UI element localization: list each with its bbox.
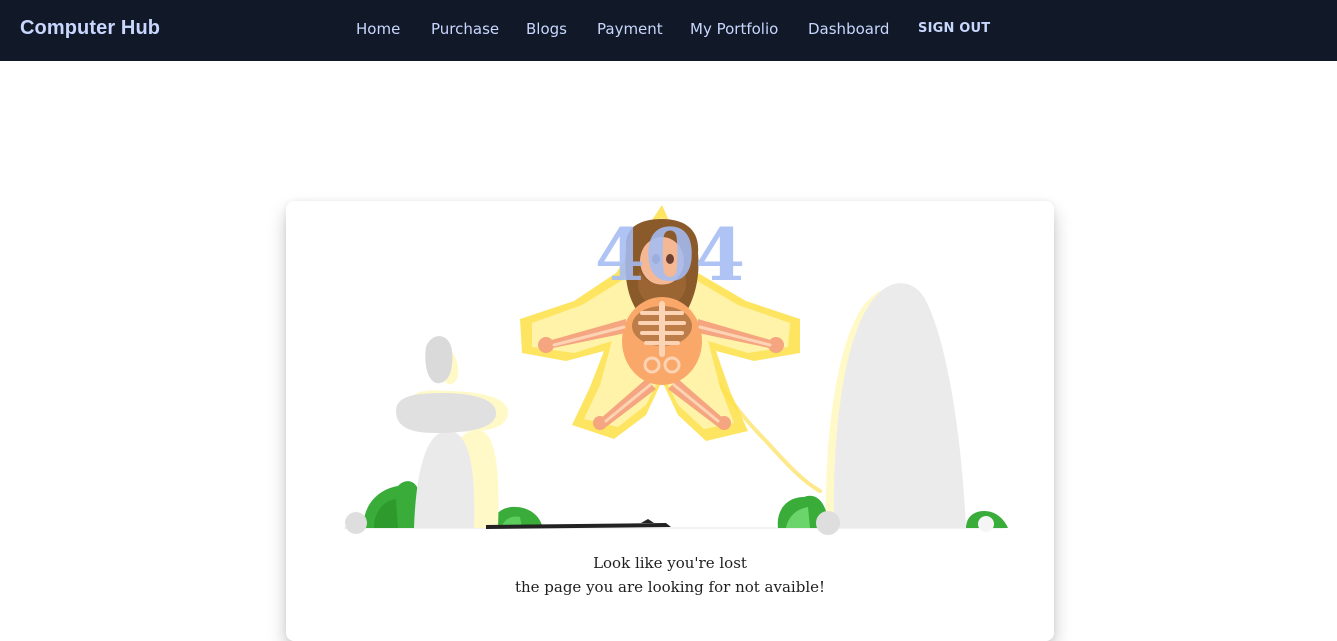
error-message-subtitle: the page you are looking for not avaible… [514, 578, 826, 596]
nav-purchase[interactable]: Purchase [431, 20, 499, 38]
error-code-heading: 404 [594, 212, 746, 297]
top-navbar: Computer Hub Home Purchase Blogs Payment… [0, 0, 1337, 61]
tall-stone-decoration [825, 283, 966, 528]
nav-my-portfolio[interactable]: My Portfolio [690, 20, 778, 38]
error-message-title: Look like you're lost [593, 554, 747, 572]
nav-blogs[interactable]: Blogs [526, 20, 567, 38]
nav-home[interactable]: Home [356, 20, 400, 38]
nav-dashboard[interactable]: Dashboard [808, 20, 889, 38]
sign-out-button[interactable]: SIGN OUT [918, 21, 990, 36]
nav-payment[interactable]: Payment [597, 20, 663, 38]
brand-logo[interactable]: Computer Hub [20, 17, 160, 40]
error-card: 404 Look like you're lost the page you a… [286, 201, 1054, 641]
